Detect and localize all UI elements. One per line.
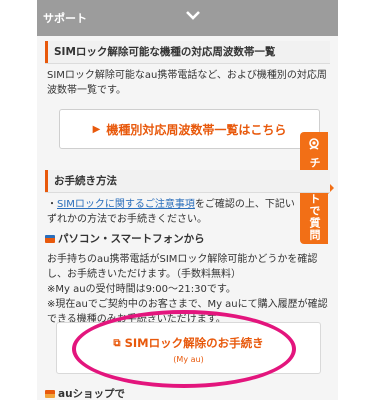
section-title-procedure: お手続き方法 <box>45 170 330 193</box>
procedure-intro: ・SIMロックに関するご注意事項をご確認の上、下記いずれかの方法でお手続きくださ… <box>47 199 295 225</box>
pc-line-1: お手持ちのau携帯電話がSIMロック解除可能かどうかを確認し、お手続きいただけま… <box>47 254 318 280</box>
frequency-description: SIMロック解除可能なau携帯電話など、および機種別の対応周波数帯一覧です。 <box>47 70 327 96</box>
sim-lock-notes-link[interactable]: SIMロックに関するご注意事項 <box>57 199 195 210</box>
au-shop-heading: auショップで <box>45 386 125 401</box>
pc-heading-text: パソコン・スマートフォンから <box>58 233 205 245</box>
operator-icon <box>307 136 321 155</box>
frequency-list-button-label: 機種別対応周波数帯一覧はこちら <box>106 122 287 137</box>
computer-icon <box>45 234 55 243</box>
section-title-frequency-text: SIMロック解除可能な機種の対応周波数帯一覧 <box>54 46 276 58</box>
play-triangle-icon: ▶ <box>92 123 101 135</box>
section-title-frequency: SIMロック解除可能な機種の対応周波数帯一覧 <box>45 41 330 64</box>
chevron-down-icon[interactable] <box>185 6 201 25</box>
procedure-button-sublabel: (My au) <box>173 355 204 364</box>
open-window-icon: ⧉ <box>113 337 121 349</box>
support-menu-bar[interactable]: サポート <box>37 0 338 36</box>
shop-icon <box>45 389 55 398</box>
procedure-button-label: SIMロック解除のお手続き <box>124 336 264 350</box>
pc-description: お手持ちのau携帯電話がSIMロック解除可能かどうかを確認し、お手続きいただけま… <box>47 252 330 327</box>
pc-line-2: ※My auの受付時間は9:00〜21:30です。 <box>47 284 236 295</box>
support-label: サポート <box>43 12 87 25</box>
frequency-list-button[interactable]: ▶ 機種別対応周波数帯一覧はこちら <box>59 109 320 149</box>
pc-smartphone-heading: パソコン・スマートフォンから <box>45 231 205 246</box>
sim-unlock-procedure-button[interactable]: ⧉ SIMロック解除のお手続き (My au) <box>56 322 321 374</box>
shop-heading-text: auショップで <box>58 388 126 400</box>
section-title-procedure-text: お手続き方法 <box>54 175 117 187</box>
